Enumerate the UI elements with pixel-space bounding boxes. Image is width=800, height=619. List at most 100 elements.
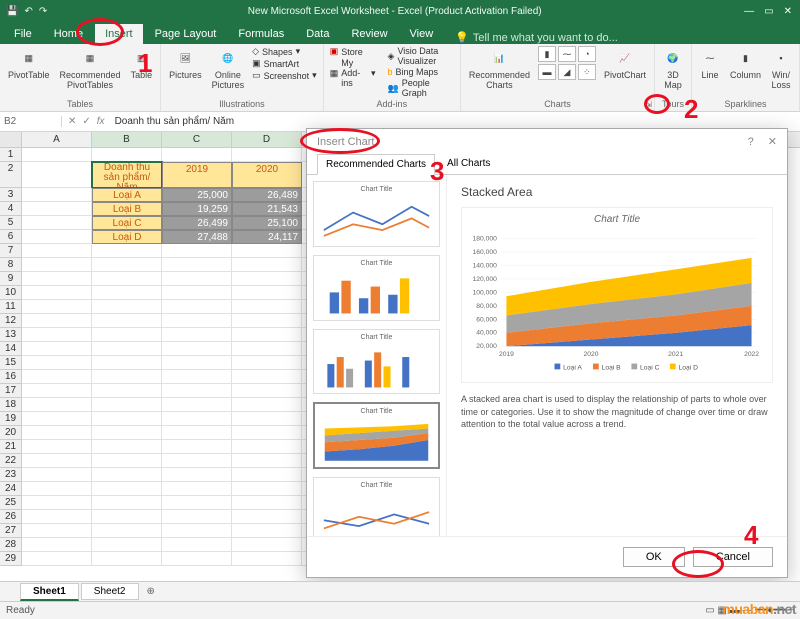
cell[interactable]: [22, 552, 92, 566]
cell[interactable]: Doanh thu sản phẩm/ Năm: [92, 162, 162, 188]
cell[interactable]: [22, 524, 92, 538]
cell[interactable]: [92, 258, 162, 272]
cell[interactable]: [162, 482, 232, 496]
store-button[interactable]: ▣Store: [330, 46, 376, 57]
tab-insert[interactable]: Insert: [95, 24, 143, 44]
cell[interactable]: [162, 300, 232, 314]
cell[interactable]: 27,488: [162, 230, 232, 244]
cell[interactable]: Loại A: [92, 188, 162, 202]
cell[interactable]: [22, 398, 92, 412]
cell[interactable]: 25,100: [232, 216, 302, 230]
cell[interactable]: [92, 412, 162, 426]
close-icon[interactable]: ✕: [784, 6, 792, 17]
formula-input[interactable]: Doanh thu sản phẩm/ Năm: [111, 116, 800, 127]
visio-button[interactable]: ◈Visio Data Visualizer: [388, 46, 454, 66]
tab-review[interactable]: Review: [341, 24, 397, 44]
cell[interactable]: [92, 552, 162, 566]
row-header[interactable]: 28: [0, 538, 22, 552]
cell[interactable]: [22, 216, 92, 230]
col-A[interactable]: A: [22, 132, 92, 147]
row-header[interactable]: 17: [0, 384, 22, 398]
row-header[interactable]: 4: [0, 202, 22, 216]
thumb-stacked-area[interactable]: Chart Title: [313, 402, 440, 469]
myaddins-button[interactable]: ▦My Add-ins ▾: [330, 58, 376, 88]
cell[interactable]: [162, 412, 232, 426]
cell[interactable]: [92, 384, 162, 398]
pivottable-button[interactable]: ▦PivotTable: [6, 46, 52, 82]
cell[interactable]: [22, 328, 92, 342]
cell[interactable]: [162, 148, 232, 162]
cell[interactable]: [232, 496, 302, 510]
thumb-line[interactable]: Chart Title: [313, 181, 440, 247]
cell[interactable]: [92, 468, 162, 482]
row-header[interactable]: 11: [0, 300, 22, 314]
cell[interactable]: [22, 356, 92, 370]
charts-dialog-launcher-icon[interactable]: ⇲: [645, 100, 652, 109]
cancel-fx-icon[interactable]: ✕: [68, 116, 76, 127]
cell[interactable]: [92, 510, 162, 524]
cell[interactable]: [232, 510, 302, 524]
row-header[interactable]: 15: [0, 356, 22, 370]
row-header[interactable]: 19: [0, 412, 22, 426]
cell[interactable]: [162, 468, 232, 482]
cell[interactable]: [22, 300, 92, 314]
cell[interactable]: [22, 230, 92, 244]
tab-home[interactable]: Home: [44, 24, 93, 44]
recommended-charts-button[interactable]: 📊Recommended Charts: [467, 46, 532, 92]
cell[interactable]: [162, 342, 232, 356]
sheet-tab-1[interactable]: Sheet1: [20, 583, 79, 601]
dialog-help-icon[interactable]: ?: [748, 136, 754, 148]
cell[interactable]: [92, 482, 162, 496]
row-header[interactable]: 6: [0, 230, 22, 244]
screenshot-button[interactable]: ▭Screenshot ▾: [252, 70, 317, 81]
col-D[interactable]: D: [232, 132, 302, 147]
cell[interactable]: [92, 342, 162, 356]
cell[interactable]: [22, 454, 92, 468]
cell[interactable]: [232, 482, 302, 496]
cell[interactable]: 25,000: [162, 188, 232, 202]
tab-file[interactable]: File: [4, 24, 42, 44]
cell[interactable]: 2019: [162, 162, 232, 188]
online-pictures-button[interactable]: 🌐Online Pictures: [210, 46, 247, 92]
row-header[interactable]: 14: [0, 342, 22, 356]
cell[interactable]: [162, 384, 232, 398]
row-header[interactable]: 22: [0, 454, 22, 468]
select-all-corner[interactable]: [0, 132, 22, 147]
col-B[interactable]: B: [92, 132, 162, 147]
cell[interactable]: [232, 538, 302, 552]
tab-data[interactable]: Data: [296, 24, 339, 44]
cell[interactable]: [22, 202, 92, 216]
cell[interactable]: [92, 426, 162, 440]
cell[interactable]: Loại B: [92, 202, 162, 216]
row-header[interactable]: 29: [0, 552, 22, 566]
cell[interactable]: [232, 286, 302, 300]
sheet-tab-2[interactable]: Sheet2: [81, 583, 139, 600]
tell-me[interactable]: 💡 Tell me what you want to do...: [455, 31, 618, 44]
dialog-close-icon[interactable]: ✕: [768, 136, 777, 148]
cell[interactable]: [232, 398, 302, 412]
row-header[interactable]: 2: [0, 162, 22, 188]
cell[interactable]: [162, 370, 232, 384]
row-header[interactable]: 27: [0, 524, 22, 538]
area-chart-icon[interactable]: ◢: [558, 64, 576, 80]
ok-button[interactable]: OK: [623, 547, 685, 567]
maximize-icon[interactable]: ▭: [764, 6, 773, 17]
cell[interactable]: [92, 314, 162, 328]
cell[interactable]: [22, 148, 92, 162]
cell[interactable]: [162, 510, 232, 524]
tab-all-charts[interactable]: All Charts: [439, 154, 498, 174]
cell[interactable]: [92, 148, 162, 162]
row-header[interactable]: 12: [0, 314, 22, 328]
cell[interactable]: [92, 398, 162, 412]
thumb-bar2[interactable]: Chart Title: [313, 329, 440, 395]
cell[interactable]: [22, 272, 92, 286]
cell[interactable]: [162, 244, 232, 258]
cell[interactable]: [92, 454, 162, 468]
row-header[interactable]: 8: [0, 258, 22, 272]
cell[interactable]: 2020: [232, 162, 302, 188]
cell[interactable]: [232, 412, 302, 426]
cell[interactable]: [22, 496, 92, 510]
undo-icon[interactable]: ↶: [24, 6, 32, 17]
cancel-button[interactable]: Cancel: [693, 547, 773, 567]
cell[interactable]: [232, 300, 302, 314]
